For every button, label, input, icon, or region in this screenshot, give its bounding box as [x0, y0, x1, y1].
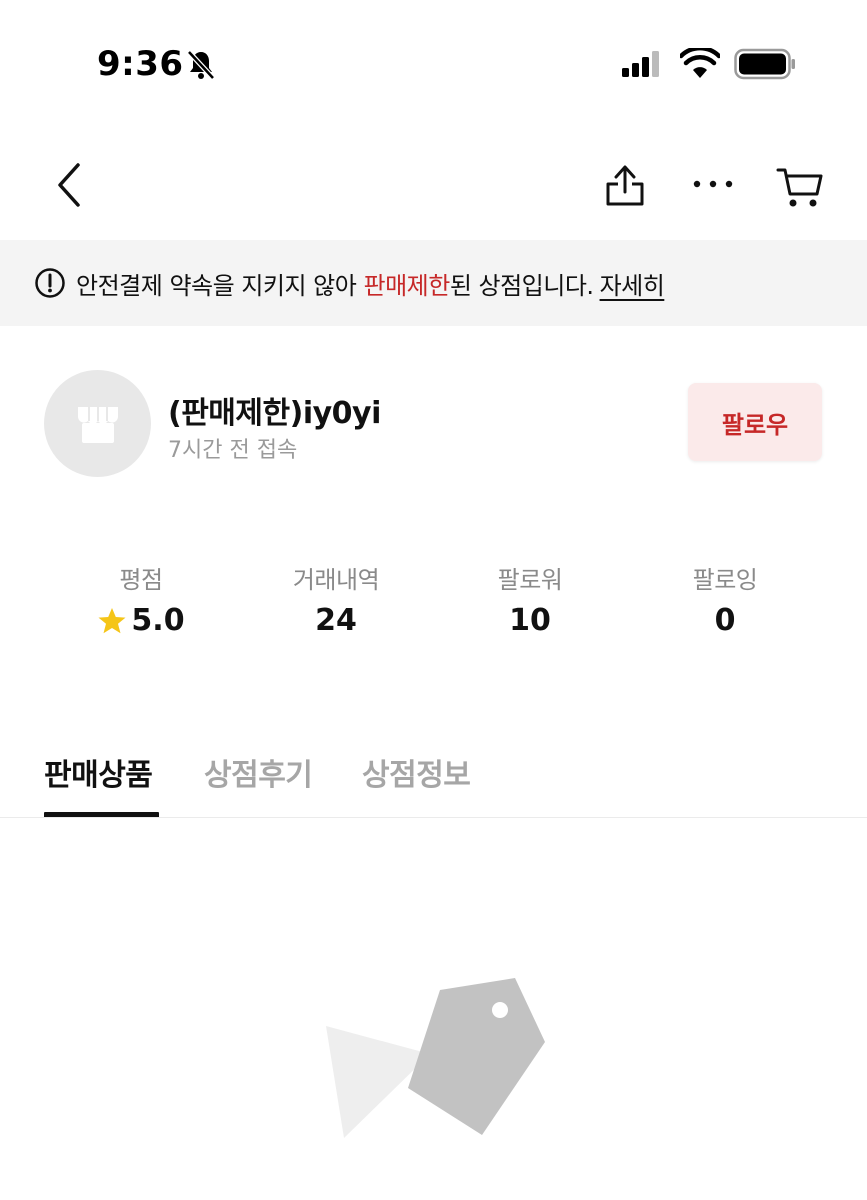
follow-button[interactable]: 팔로우: [688, 383, 822, 461]
signal-icon: [622, 50, 662, 78]
tab-divider: [0, 817, 867, 818]
stat-label: 팔로워: [497, 566, 563, 594]
alert-circle-icon: [35, 268, 65, 298]
stat-value: 10: [509, 603, 551, 638]
tab-products[interactable]: 판매상품: [44, 750, 153, 794]
stat-label: 평점: [119, 566, 163, 594]
back-button[interactable]: [44, 160, 94, 210]
cart-button[interactable]: [774, 160, 826, 212]
stat-value: 5.0: [131, 603, 185, 638]
stat-rating[interactable]: 평점 5.0: [56, 560, 226, 638]
stat-label: 거래내역: [292, 566, 380, 594]
stat-transactions[interactable]: 거래내역 24: [251, 560, 421, 638]
avatar: [44, 370, 151, 477]
empty-state-illustration: [320, 970, 560, 1150]
stat-value: 0: [714, 603, 736, 638]
tab-reviews[interactable]: 상점후기: [204, 750, 313, 794]
banner-text-before: 안전결제 약속을 지키지 않아: [76, 271, 364, 300]
stat-label: 팔로잉: [692, 566, 758, 594]
star-icon: [98, 607, 126, 633]
stat-value: 24: [315, 603, 357, 638]
stat-followers[interactable]: 팔로워 10: [445, 560, 615, 638]
banner-text-after: 된 상점입니다.: [449, 271, 594, 300]
stat-value-row: 5.0: [56, 603, 226, 638]
share-icon: [606, 165, 644, 206]
stat-following[interactable]: 팔로잉 0: [640, 560, 810, 638]
banner-text-highlight: 판매제한: [363, 271, 450, 300]
last-seen: 7시간 전 접속: [168, 438, 298, 463]
shop-name: (판매제한)iy0yi: [168, 396, 381, 431]
store-icon: [77, 406, 118, 443]
details-link[interactable]: 자세히: [600, 272, 665, 300]
chevron-left-icon: [58, 163, 80, 207]
more-button[interactable]: [688, 166, 738, 202]
price-tag-fish-icon: [326, 978, 545, 1138]
status-time: 9:36: [97, 44, 184, 84]
more-icon: [693, 180, 733, 188]
wifi-icon: [678, 45, 722, 80]
sale-restriction-banner: 안전결제 약속을 지키지 않아 판매제한된 상점입니다. 자세히: [0, 240, 867, 326]
follow-button-label: 팔로우: [721, 410, 789, 439]
cart-icon: [776, 168, 823, 207]
battery-icon: [734, 48, 796, 80]
banner-message: 안전결제 약속을 지키지 않아 판매제한된 상점입니다. 자세히: [76, 266, 665, 301]
bell-muted-icon: [184, 48, 218, 82]
tab-store-info[interactable]: 상점정보: [362, 750, 471, 794]
share-button[interactable]: [600, 158, 650, 210]
